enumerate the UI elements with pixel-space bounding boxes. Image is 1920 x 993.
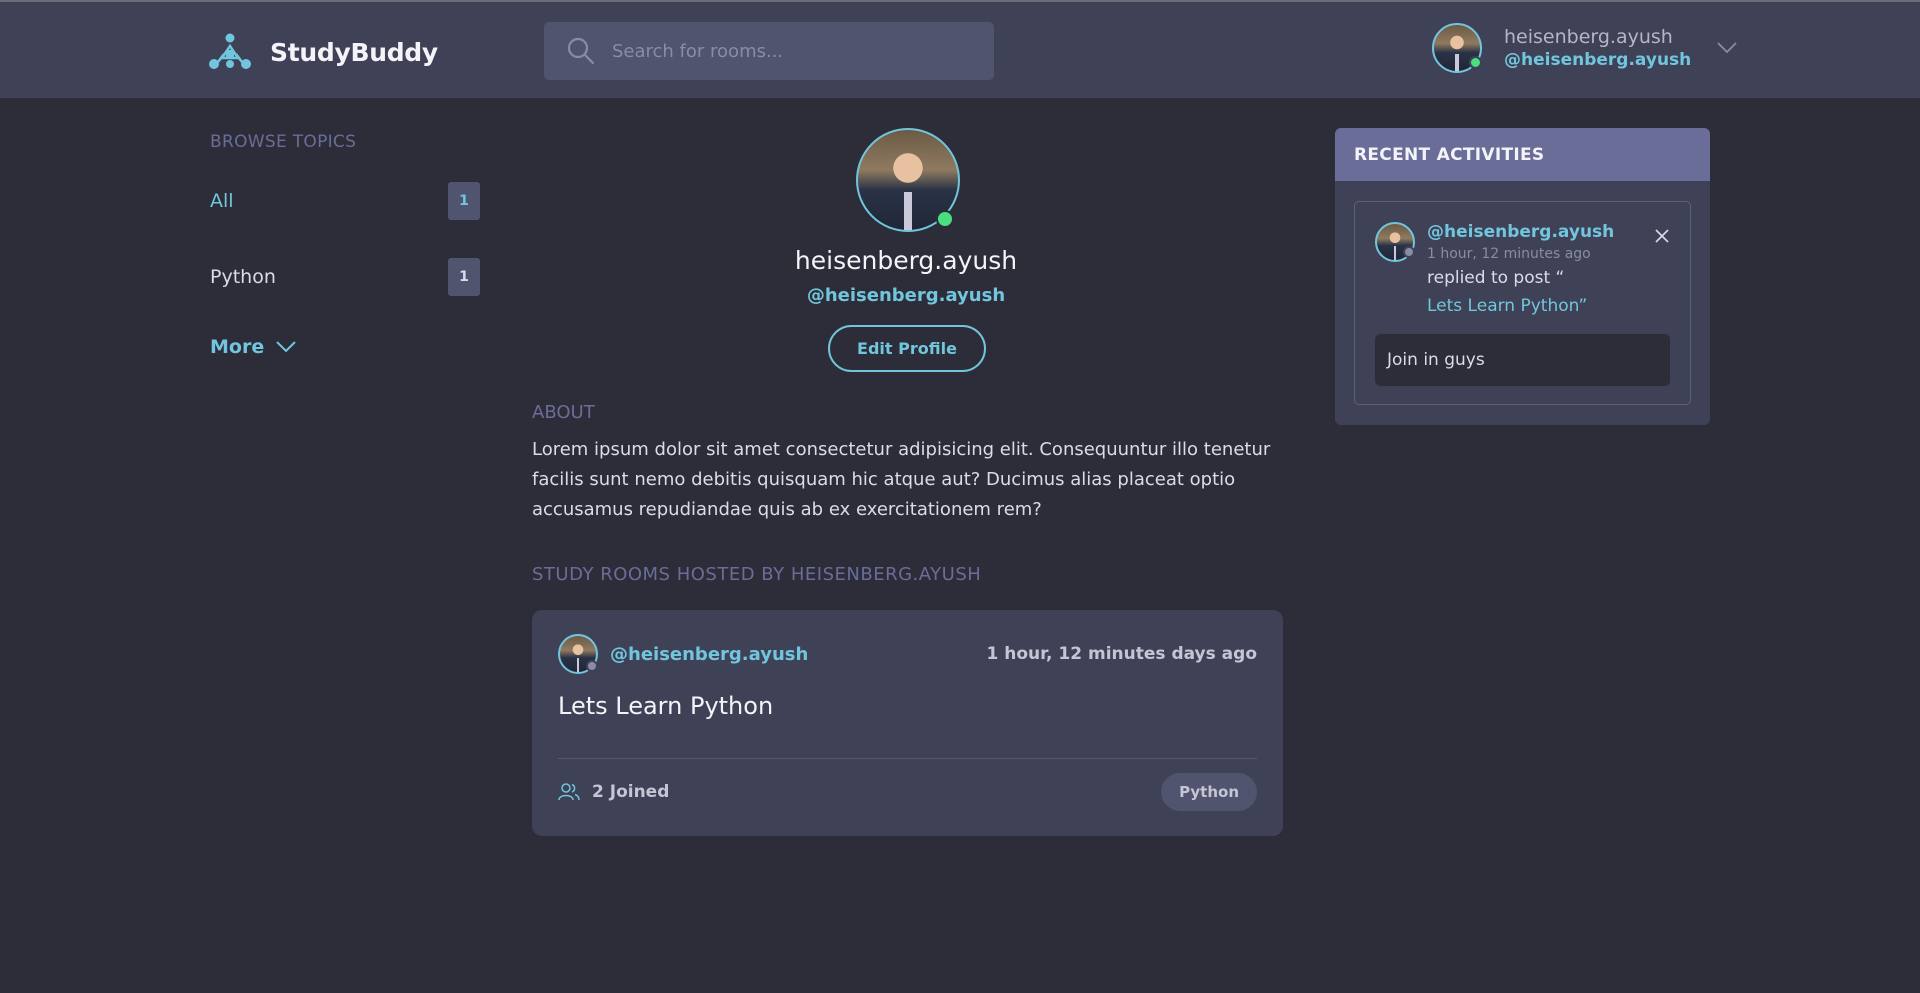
- hosted-rooms-title: STUDY ROOMS HOSTED BY HEISENBERG.AYUSH: [532, 564, 982, 585]
- profile-avatar: [856, 128, 960, 232]
- recent-activities-title: RECENT ACTIVITIES: [1335, 128, 1710, 181]
- topic-label: All: [210, 190, 234, 212]
- studybuddy-logo-icon: [209, 33, 251, 69]
- joined-label: 2 Joined: [592, 782, 670, 802]
- search-input[interactable]: [612, 40, 972, 62]
- topic-count-badge: 1: [448, 258, 480, 296]
- logo[interactable]: StudyBuddy: [208, 32, 438, 72]
- chevron-down-icon: [276, 341, 296, 353]
- offline-status-dot: [586, 660, 598, 672]
- divider: [558, 758, 1257, 759]
- more-topics-button[interactable]: More: [210, 336, 296, 358]
- profile-avatar-wrapper: [856, 128, 960, 232]
- edit-profile-button[interactable]: Edit Profile: [828, 325, 986, 372]
- more-label: More: [210, 336, 265, 358]
- user-handle: @heisenberg.ayush: [1504, 49, 1692, 70]
- activity-item: @heisenberg.ayush 1 hour, 12 minutes ago…: [1354, 201, 1691, 405]
- recent-activities-panel: RECENT ACTIVITIES @heisenberg.ayush 1 ho…: [1335, 128, 1710, 425]
- room-card[interactable]: @heisenberg.ayush 1 hour, 12 minutes day…: [532, 610, 1283, 836]
- room-time: 1 hour, 12 minutes days ago: [986, 644, 1257, 664]
- app-name: StudyBuddy: [270, 37, 438, 67]
- about-text: Lorem ipsum dolor sit amet consectetur a…: [532, 439, 1271, 520]
- topic-label: Python: [210, 266, 276, 288]
- online-status-dot: [936, 210, 954, 228]
- users-icon: [558, 783, 580, 801]
- activity-reply-text: Join in guys: [1375, 334, 1670, 386]
- profile-handle: @heisenberg.ayush: [806, 285, 1006, 306]
- online-status-dot: [1469, 56, 1482, 69]
- activity-time: 1 hour, 12 minutes ago: [1427, 246, 1591, 262]
- top-header: StudyBuddy heisenberg.ayush @heisenberg.…: [0, 0, 1920, 98]
- browse-topics-title: BROWSE TOPICS: [210, 132, 357, 152]
- user-avatar[interactable]: [1432, 23, 1482, 73]
- room-title[interactable]: Lets Learn Python: [558, 692, 773, 720]
- chevron-down-icon[interactable]: [1717, 42, 1737, 54]
- topic-count-badge: 1: [448, 182, 480, 220]
- user-name: heisenberg.ayush: [1504, 25, 1673, 48]
- user-menu[interactable]: heisenberg.ayush @heisenberg.ayush: [1432, 23, 1737, 73]
- host-avatar[interactable]: [558, 634, 598, 674]
- close-icon[interactable]: [1654, 228, 1670, 244]
- topic-item-all[interactable]: All 1: [210, 182, 480, 220]
- host-handle[interactable]: @heisenberg.ayush: [610, 644, 808, 665]
- offline-status-dot: [1403, 246, 1415, 258]
- search-bar[interactable]: [544, 22, 994, 80]
- topic-item-python[interactable]: Python 1: [210, 258, 480, 296]
- room-joined-count: 2 Joined: [558, 782, 669, 802]
- profile-name: heisenberg.ayush: [794, 246, 1018, 275]
- search-icon: [567, 37, 595, 65]
- activity-post-link[interactable]: Lets Learn Python”: [1427, 296, 1587, 316]
- activity-avatar[interactable]: [1375, 222, 1415, 262]
- room-topic-tag[interactable]: Python: [1161, 773, 1257, 811]
- room-host[interactable]: @heisenberg.ayush: [558, 634, 808, 674]
- activity-action: replied to post “: [1427, 268, 1565, 288]
- activity-handle[interactable]: @heisenberg.ayush: [1427, 222, 1614, 242]
- about-title: ABOUT: [532, 402, 595, 423]
